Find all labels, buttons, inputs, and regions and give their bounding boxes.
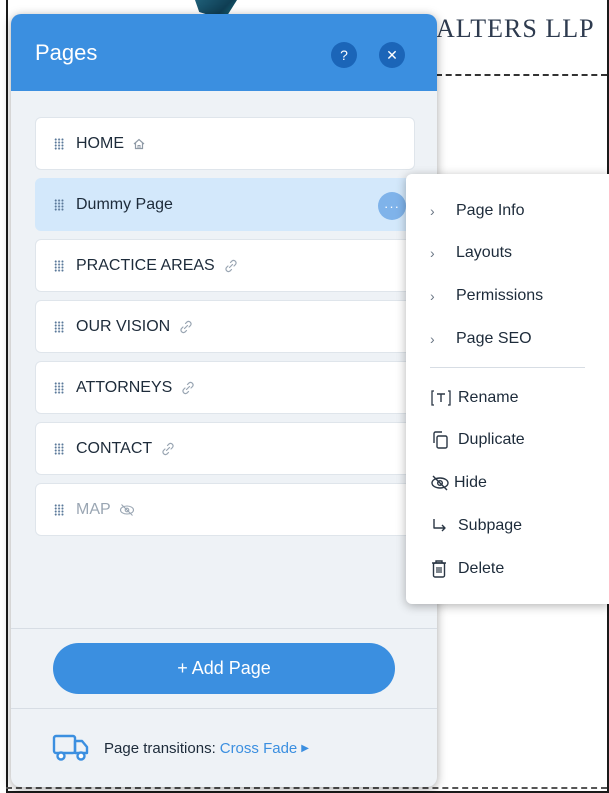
help-button[interactable]: ? — [331, 42, 357, 68]
divider — [11, 708, 437, 709]
link-icon — [178, 319, 194, 335]
drag-handle-icon[interactable] — [54, 137, 64, 150]
menu-item-layouts[interactable]: › Layouts — [430, 244, 512, 262]
menu-item-label: Delete — [458, 560, 505, 577]
menu-item-page-seo[interactable]: › Page SEO — [430, 330, 532, 348]
page-label: HOME — [76, 134, 124, 152]
page-label: PRACTICE AREAS — [76, 256, 215, 274]
menu-item-label: Page Info — [456, 202, 525, 219]
site-heading: ALTERS LLP — [436, 14, 595, 43]
menu-item-label: Hide — [454, 474, 487, 491]
more-actions-button[interactable]: ··· — [378, 192, 406, 220]
subpage-icon — [430, 516, 458, 536]
menu-item-page-info[interactable]: › Page Info — [430, 202, 525, 220]
drag-handle-icon[interactable] — [54, 198, 64, 211]
page-label: OUR VISION — [76, 317, 171, 335]
transition-value-link[interactable]: Cross Fade — [220, 740, 298, 757]
page-label: CONTACT — [76, 439, 153, 457]
drag-handle-icon[interactable] — [54, 259, 64, 272]
menu-item-duplicate[interactable]: Duplicate — [430, 430, 525, 450]
link-icon — [160, 441, 176, 457]
menu-separator — [430, 367, 585, 368]
chevron-right-icon: › — [430, 203, 435, 219]
menu-item-label: Permissions — [456, 287, 544, 304]
divider — [11, 628, 437, 629]
menu-item-delete[interactable]: Delete — [430, 559, 504, 579]
footer-guide-line — [6, 787, 607, 789]
chevron-right-icon: › — [430, 288, 435, 304]
page-list: HOME Dummy Page ··· PRACTICE AREAS OUR V… — [35, 117, 415, 544]
duplicate-icon — [430, 430, 458, 450]
transitions-label: Page transitions: — [104, 739, 216, 757]
page-item-practice-areas[interactable]: PRACTICE AREAS — [35, 239, 415, 292]
page-label: MAP — [76, 500, 111, 518]
play-icon[interactable]: ▶ — [301, 743, 309, 754]
add-page-button[interactable]: + Add Page — [53, 643, 395, 694]
truck-icon — [52, 732, 90, 764]
chevron-right-icon: › — [430, 245, 435, 261]
page-item-dummy-page[interactable]: Dummy Page ··· — [35, 178, 408, 231]
menu-item-label: Duplicate — [458, 431, 525, 448]
panel-header: Pages ? ✕ — [11, 14, 437, 91]
menu-item-rename[interactable]: Rename — [430, 388, 518, 408]
canvas-border-left — [6, 0, 8, 793]
page-context-menu: › Page Info › Layouts › Permissions › Pa… — [406, 174, 609, 604]
trash-icon — [430, 559, 458, 579]
menu-item-permissions[interactable]: › Permissions — [430, 287, 543, 305]
link-icon — [223, 258, 239, 274]
panel-title: Pages — [35, 39, 98, 65]
rename-icon — [430, 388, 458, 408]
page-item-map[interactable]: MAP — [35, 483, 415, 536]
menu-item-label: Subpage — [458, 517, 523, 534]
page-label: ATTORNEYS — [76, 378, 173, 396]
menu-item-label: Rename — [458, 389, 519, 406]
page-item-contact[interactable]: CONTACT — [35, 422, 415, 475]
menu-item-hide[interactable]: Hide — [430, 473, 487, 493]
drag-handle-icon[interactable] — [54, 442, 64, 455]
page-transitions-row: Page transitions: Cross Fade ▶ — [52, 732, 309, 764]
menu-item-label: Page SEO — [456, 330, 532, 347]
editor-canvas: ALTERS LLP Pages ? ✕ HOME Dummy Page ··· — [0, 0, 609, 793]
drag-handle-icon[interactable] — [54, 320, 64, 333]
page-label: Dummy Page — [76, 195, 173, 213]
page-item-our-vision[interactable]: OUR VISION — [35, 300, 415, 353]
menu-item-label: Layouts — [456, 244, 513, 261]
drag-handle-icon[interactable] — [54, 503, 64, 516]
link-icon — [180, 380, 196, 396]
page-item-attorneys[interactable]: ATTORNEYS — [35, 361, 415, 414]
header-guide-line — [436, 74, 607, 76]
page-item-home[interactable]: HOME — [35, 117, 415, 170]
close-button[interactable]: ✕ — [379, 42, 405, 68]
home-icon — [132, 137, 146, 151]
chevron-right-icon: › — [430, 331, 435, 347]
drag-handle-icon[interactable] — [54, 381, 64, 394]
menu-item-subpage[interactable]: Subpage — [430, 516, 522, 536]
hidden-eye-icon — [119, 503, 135, 517]
hide-icon — [430, 473, 454, 493]
pages-panel: Pages ? ✕ HOME Dummy Page ··· PRACTICE A… — [11, 14, 437, 787]
